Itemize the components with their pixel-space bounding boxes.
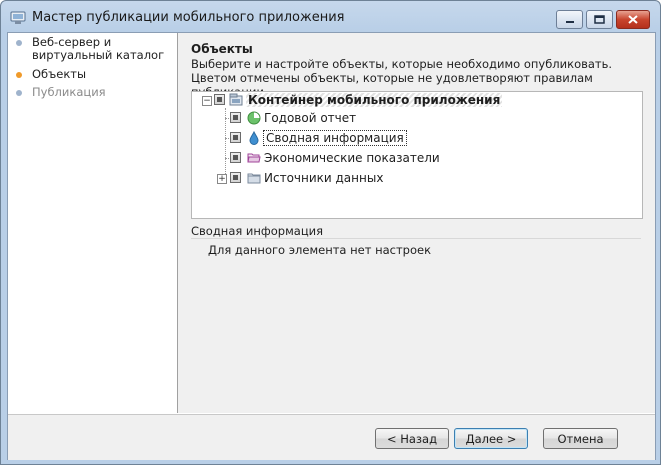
close-icon [628, 15, 638, 24]
tree-item-row-selected[interactable]: Сводная информация [192, 130, 632, 148]
window-title: Мастер публикации мобильного приложения [32, 10, 345, 25]
tree-item-row[interactable]: Экономические показатели [192, 150, 632, 168]
step-pending-dot [16, 90, 22, 96]
settings-empty-text: Для данного элемента нет настроек [208, 243, 432, 257]
objects-panel: Объекты Выберите и настройте объекты, ко… [178, 33, 655, 413]
close-button[interactable] [616, 10, 650, 29]
maximize-icon [594, 15, 605, 24]
wizard-footer: < Назад Далее > Отмена [8, 414, 655, 460]
settings-section-title: Сводная информация [191, 224, 324, 238]
tree-checkbox[interactable] [230, 172, 241, 183]
tree-root-label: Контейнер мобильного приложения [246, 93, 503, 107]
page-title: Объекты [191, 42, 253, 56]
steps-sidebar: Веб-сервер и виртуальный каталог Объекты… [8, 33, 178, 413]
tree-item-label: Сводная информация [263, 130, 407, 146]
tree-checkbox[interactable] [230, 132, 241, 143]
maximize-button[interactable] [586, 10, 613, 29]
step-done-dot [16, 40, 22, 46]
step-label: Объекты [32, 67, 87, 81]
step-current-dot [16, 72, 22, 78]
dashboard-icon [249, 131, 259, 145]
wizard-client-area: Веб-сервер и виртуальный каталог Объекты… [7, 32, 656, 460]
next-button[interactable]: Далее > [454, 428, 528, 449]
tree-item-row[interactable]: + Источники данных [192, 170, 632, 188]
cancel-button[interactable]: Отмена [543, 428, 618, 449]
report-icon [247, 111, 261, 125]
tree-item-row[interactable]: Годовой отчет [192, 110, 632, 128]
tree-item-label: Годовой отчет [264, 111, 357, 125]
folder-icon [247, 173, 261, 184]
tree-checkbox[interactable] [230, 152, 241, 163]
title-bar[interactable]: Мастер публикации мобильного приложения [1, 1, 660, 33]
expand-toggle[interactable]: + [217, 174, 227, 184]
minimize-icon [565, 20, 574, 23]
minimize-button[interactable] [556, 10, 583, 29]
back-button[interactable]: < Назад [375, 428, 449, 449]
collapse-toggle[interactable]: − [202, 96, 212, 106]
tree-checkbox[interactable] [230, 112, 241, 123]
folder-open-icon [247, 153, 261, 163]
step-label: Публикация [32, 85, 106, 99]
wizard-window: Мастер публикации мобильного приложения … [0, 0, 661, 465]
step-label: Веб-сервер и виртуальный каталог [32, 35, 165, 62]
objects-tree[interactable]: − Контейнер мобильного приложения Годово… [191, 91, 643, 219]
wizard-app-icon [10, 11, 26, 24]
tree-item-label: Источники данных [264, 171, 384, 185]
tree-item-label: Экономические показатели [264, 151, 440, 165]
tree-checkbox[interactable] [214, 94, 225, 105]
container-icon [229, 93, 243, 106]
settings-divider [191, 238, 641, 239]
tree-root-row[interactable]: − Контейнер мобильного приложения [192, 92, 632, 110]
